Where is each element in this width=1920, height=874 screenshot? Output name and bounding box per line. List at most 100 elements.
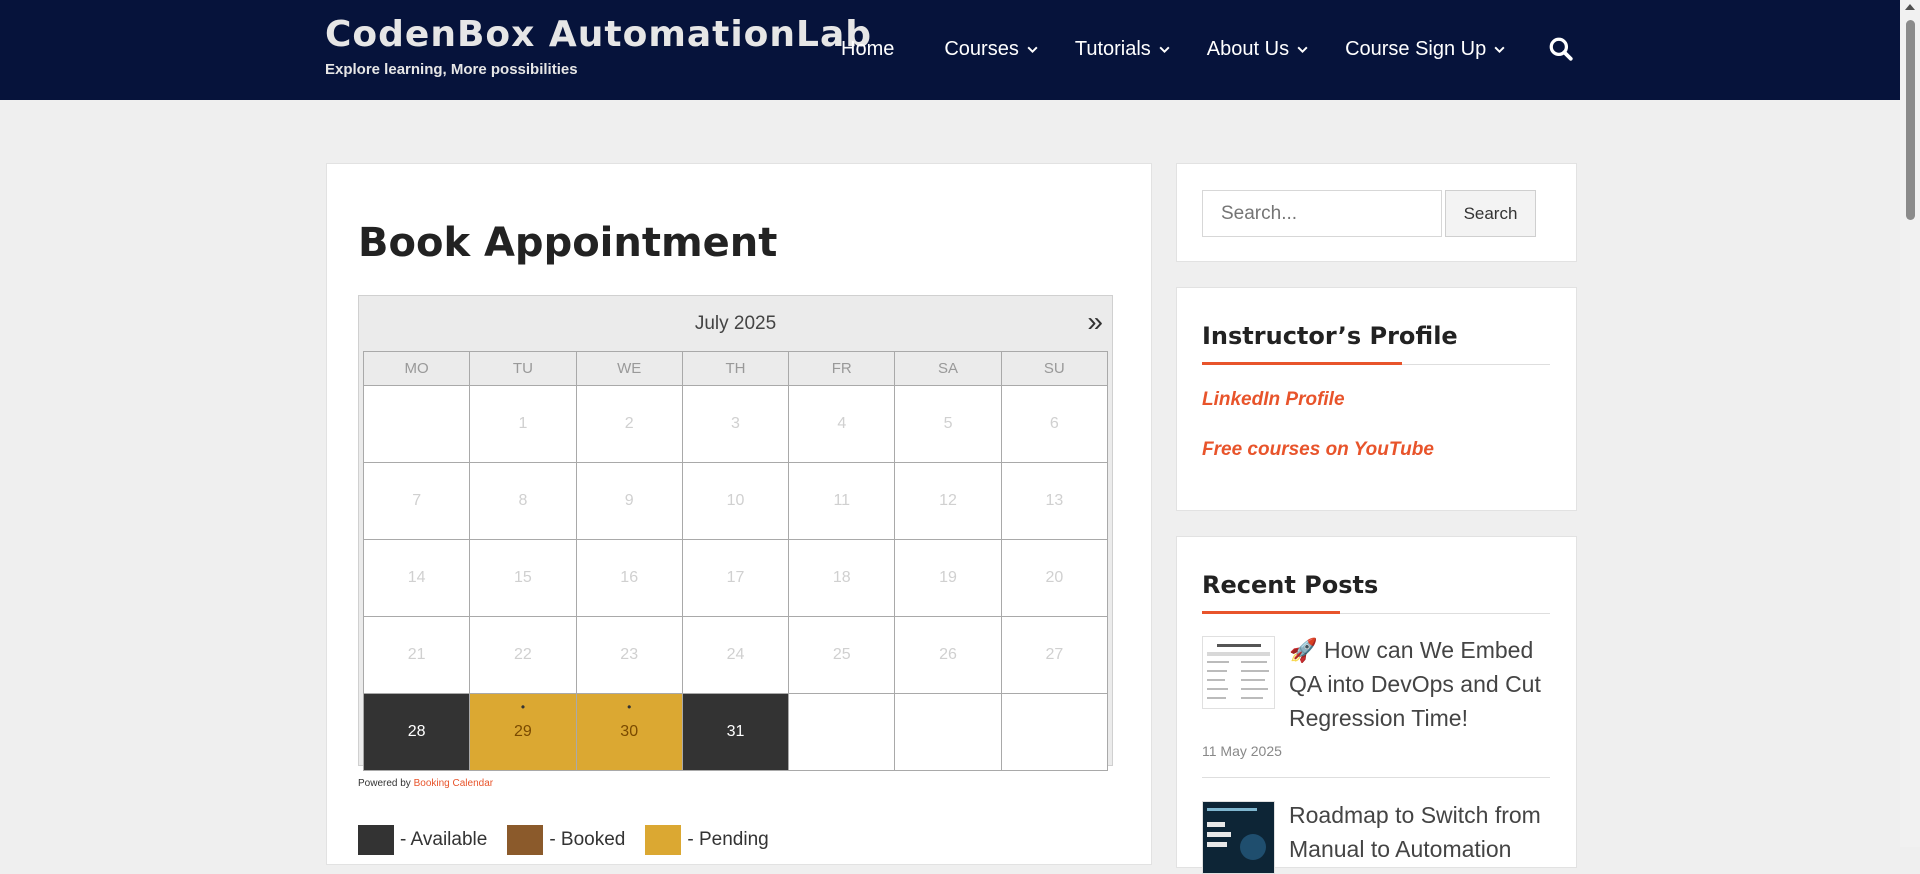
- calendar-day-number: 28: [407, 723, 426, 740]
- calendar-day-30[interactable]: • 30: [575, 693, 683, 771]
- calendar-day-empty: [894, 693, 1002, 771]
- search-widget: Search: [1176, 163, 1577, 262]
- calendar-day-12[interactable]: 12: [894, 462, 1002, 540]
- branding: CodenBox AutomationLab Explore learning,…: [325, 14, 872, 78]
- calendar-day-9[interactable]: 9: [575, 462, 683, 540]
- calendar-day-27[interactable]: 27: [1000, 616, 1109, 694]
- calendar-day-28[interactable]: 28: [362, 693, 471, 771]
- linkedin-profile-link[interactable]: LinkedIn Profile: [1202, 389, 1345, 411]
- calendar-day-18[interactable]: 18: [788, 539, 896, 617]
- calendar-day-number: 9: [624, 492, 634, 509]
- scroll-up-arrow-icon[interactable]: [1905, 4, 1915, 10]
- legend-swatch-available: [358, 825, 394, 855]
- calendar-day-number: 8: [518, 492, 528, 509]
- nav-tutorials[interactable]: Tutorials: [1075, 38, 1171, 61]
- legend-swatch-booked: [507, 825, 544, 855]
- post-thumbnail-image: [1203, 802, 1274, 873]
- calendar-day-number: 6: [1049, 415, 1059, 432]
- nav-course-sign-up[interactable]: Course Sign Up: [1345, 38, 1506, 61]
- page-scrollbar[interactable]: [1900, 0, 1920, 847]
- calendar-day-empty: [1000, 693, 1109, 771]
- legend-pending-label: - Pending: [687, 829, 769, 850]
- page-title: Book Appointment: [358, 220, 778, 266]
- calendar-day-19[interactable]: 19: [894, 539, 1002, 617]
- search-icon[interactable]: [1548, 36, 1574, 62]
- chevron-down-icon: [1494, 46, 1505, 54]
- calendar-day-13[interactable]: 13: [1000, 462, 1109, 540]
- legend-booked-label: - Booked: [549, 829, 626, 850]
- calendar-day-number: 18: [832, 569, 851, 586]
- weekday-su: SU: [1000, 351, 1109, 386]
- recent-posts-widget: Recent Posts 🚀 How can We Embed QA into …: [1176, 536, 1577, 874]
- calendar-day-number: 13: [1045, 492, 1064, 509]
- calendar-week-row: 1 2 3 4 5 6: [362, 385, 1109, 463]
- calendar-day-26[interactable]: 26: [894, 616, 1002, 694]
- calendar-day-11[interactable]: 11: [788, 462, 896, 540]
- calendar-day-8[interactable]: 8: [469, 462, 577, 540]
- calendar-day-number: 12: [939, 492, 957, 509]
- weekday-sa: SA: [894, 351, 1002, 386]
- post-thumbnail[interactable]: [1202, 636, 1275, 709]
- nav-tutorials-label: Tutorials: [1074, 38, 1151, 60]
- post-thumbnail[interactable]: [1202, 801, 1275, 874]
- youtube-courses-link[interactable]: Free courses on YouTube: [1202, 439, 1434, 461]
- calendar-day-17[interactable]: 17: [681, 539, 790, 617]
- calendar-day-23[interactable]: 23: [575, 616, 683, 694]
- calendar-day-29[interactable]: • 29: [469, 693, 577, 771]
- calendar-week-row: 7 8 9 10 11 12 13: [362, 462, 1109, 540]
- calendar-day-7[interactable]: 7: [362, 462, 471, 540]
- calendar-day-21[interactable]: 21: [362, 616, 471, 694]
- nav-courses-label: Courses: [944, 38, 1019, 60]
- calendar-day-24[interactable]: 24: [681, 616, 790, 694]
- calendar-day-number: 22: [514, 646, 532, 663]
- site-header: CodenBox AutomationLab Explore learning,…: [0, 0, 1900, 100]
- instructor-profile-widget: Instructor’s Profile LinkedIn Profile Fr…: [1176, 287, 1577, 511]
- search-button[interactable]: Search: [1445, 190, 1536, 237]
- calendar-day-15[interactable]: 15: [469, 539, 577, 617]
- calendar-day-5[interactable]: 5: [894, 385, 1002, 463]
- calendar-day-empty: [362, 385, 471, 463]
- nav-about-us[interactable]: About Us: [1207, 38, 1309, 61]
- calendar-day-22[interactable]: 22: [469, 616, 577, 694]
- double-chevron-right-icon[interactable]: »: [1087, 308, 1103, 336]
- calendar-day-25[interactable]: 25: [788, 616, 896, 694]
- search-input[interactable]: [1202, 190, 1442, 237]
- weekday-fr: FR: [788, 351, 896, 386]
- calendar-day-1[interactable]: 1: [469, 385, 577, 463]
- calendar-day-number: 4: [837, 415, 847, 432]
- calendar-day-3[interactable]: 3: [681, 385, 790, 463]
- calendar-day-14[interactable]: 14: [362, 539, 471, 617]
- site-title[interactable]: CodenBox AutomationLab: [325, 14, 872, 55]
- calendar-day-number: 24: [726, 646, 745, 663]
- post-title-link[interactable]: Roadmap to Switch from Manual to Automat…: [1289, 798, 1554, 866]
- calendar-day-number: 7: [412, 492, 422, 509]
- nav-home[interactable]: Home: [841, 38, 894, 61]
- chevron-down-icon: [1297, 46, 1308, 54]
- calendar-day-number: 27: [1045, 646, 1064, 663]
- calendar-day-16[interactable]: 16: [575, 539, 683, 617]
- calendar-day-number: 20: [1045, 569, 1064, 586]
- calendar-day-number: 16: [620, 569, 639, 586]
- calendar-day-31[interactable]: 31: [681, 693, 790, 771]
- calendar-day-number: 26: [939, 646, 957, 663]
- calendar-day-number: 31: [726, 723, 745, 740]
- calendar-legend: - Available - Booked - Pending: [358, 825, 789, 855]
- legend-available-label: - Available: [400, 829, 488, 850]
- calendar-grid: MO TU WE TH FR SA SU 1 2 3 4 5 6 7 8 9 10 11 12 13 14…: [362, 351, 1109, 771]
- nav-home-label: Home: [841, 38, 895, 60]
- calendar-day-2[interactable]: 2: [575, 385, 683, 463]
- scrollbar-thumb[interactable]: [1906, 20, 1915, 220]
- calendar-day-10[interactable]: 10: [681, 462, 790, 540]
- title-accent-line: [1202, 362, 1402, 365]
- chevron-down-icon: [1027, 46, 1038, 54]
- post-title-link[interactable]: 🚀 How can We Embed QA into DevOps and Cu…: [1289, 633, 1554, 735]
- calendar-day-20[interactable]: 20: [1000, 539, 1109, 617]
- chevron-down-icon: [1159, 46, 1170, 54]
- calendar-week-row: 21 22 23 24 25 26 27: [362, 616, 1109, 694]
- calendar-day-6[interactable]: 6: [1000, 385, 1109, 463]
- nav-courses[interactable]: Courses: [944, 38, 1038, 61]
- weekday-tu: TU: [469, 351, 577, 386]
- weekday-mo: MO: [362, 351, 471, 386]
- booking-calendar-link[interactable]: Booking Calendar: [414, 778, 494, 789]
- calendar-day-4[interactable]: 4: [788, 385, 896, 463]
